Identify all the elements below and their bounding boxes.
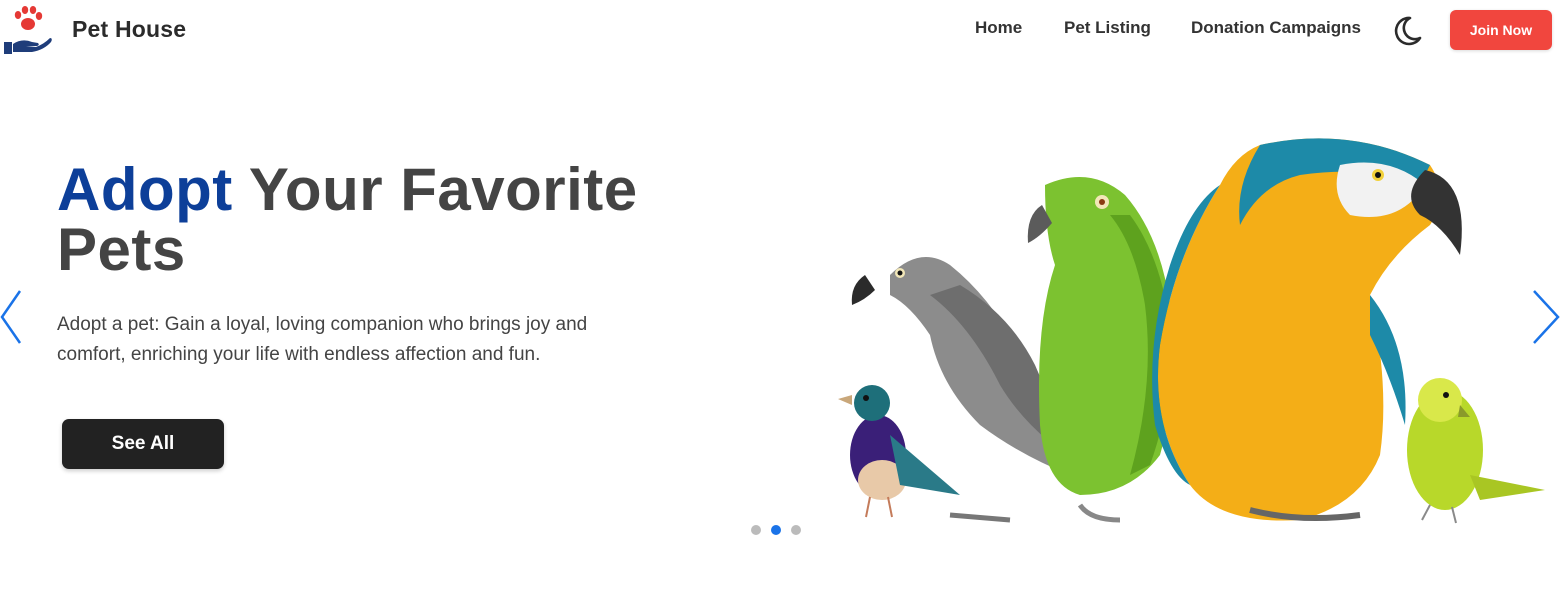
nav-link-donation-campaigns[interactable]: Donation Campaigns bbox=[1191, 18, 1361, 38]
green-parrot bbox=[1027, 177, 1174, 523]
brand-name[interactable]: Pet House bbox=[72, 16, 186, 43]
carousel-dots bbox=[751, 525, 801, 535]
carousel-dot-3[interactable] bbox=[791, 525, 801, 535]
chevron-left-icon[interactable] bbox=[0, 288, 30, 346]
hero-title: Adopt Your Favorite Pets bbox=[57, 160, 677, 280]
carousel-dot-2[interactable] bbox=[771, 525, 781, 535]
parrots-image bbox=[838, 138, 1545, 524]
hero-description: Adopt a pet: Gain a loyal, loving compan… bbox=[57, 314, 588, 365]
finch-bird bbox=[838, 385, 960, 518]
budgie-bird bbox=[1407, 378, 1545, 524]
join-now-button[interactable]: Join Now bbox=[1450, 10, 1552, 50]
carousel-dot-1[interactable] bbox=[751, 525, 761, 535]
nav-link-home[interactable]: Home bbox=[975, 18, 1022, 38]
see-all-button[interactable]: See All bbox=[62, 419, 224, 469]
navbar: Pet House Home Pet Listing Donation Camp… bbox=[0, 0, 1562, 62]
moon-icon[interactable] bbox=[1390, 14, 1424, 48]
nav-link-pet-listing[interactable]: Pet Listing bbox=[1064, 18, 1151, 38]
hero-title-accent: Adopt bbox=[57, 156, 233, 223]
chevron-right-icon[interactable] bbox=[1532, 288, 1562, 346]
paw-hand-logo-icon[interactable] bbox=[2, 4, 54, 58]
